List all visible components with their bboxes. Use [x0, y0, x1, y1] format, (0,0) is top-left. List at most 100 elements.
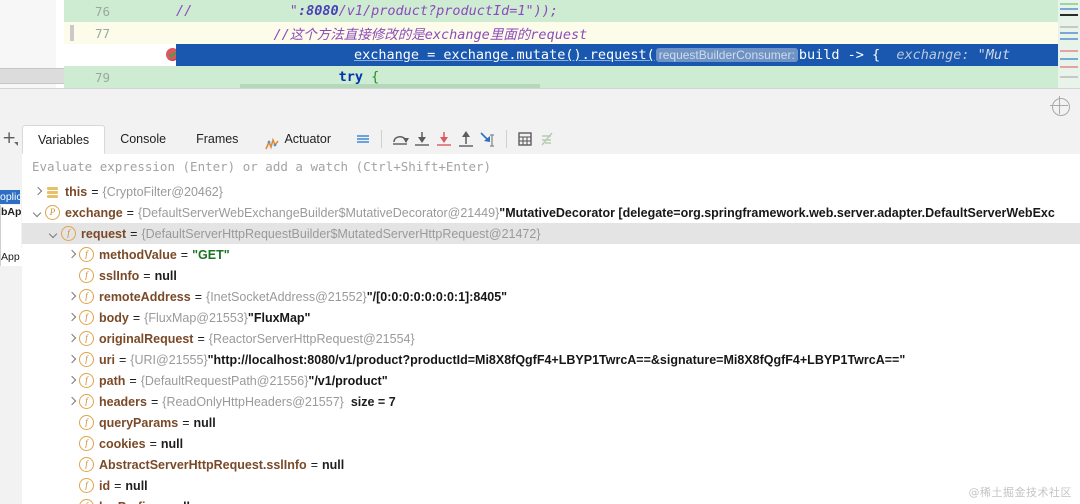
- equals-sign: =: [197, 331, 205, 346]
- code-line-76[interactable]: 76 // ":8080/v1/product?productId=1"));: [64, 0, 1080, 22]
- tree-row[interactable]: f request = {DefaultServerHttpRequestBuilde…: [22, 223, 1080, 244]
- evaluate-expression-bar[interactable]: Evaluate expression (Enter) or add a wat…: [22, 154, 1080, 182]
- chevron-right-icon[interactable]: [66, 291, 77, 302]
- tree-row[interactable]: f path = {DefaultRequestPath@21556} "/v1/pr…: [22, 370, 1080, 391]
- equals-sign: =: [182, 415, 190, 430]
- step-into-icon[interactable]: [411, 128, 433, 150]
- equals-sign: =: [118, 352, 127, 367]
- variable-value: null: [160, 436, 184, 451]
- variable-name: headers: [99, 394, 147, 409]
- editor-error-stripe[interactable]: [1058, 0, 1080, 88]
- variable-value: null: [168, 500, 190, 504]
- code-line-77[interactable]: 77 //这个方法直接修改的是exchange里面的request: [64, 22, 1080, 44]
- tab-console[interactable]: Console: [105, 125, 181, 154]
- step-out-icon[interactable]: [455, 128, 477, 150]
- layout-menu-icon[interactable]: [352, 128, 374, 150]
- field-icon: f: [79, 478, 94, 493]
- variable-ref: {DefaultServerHttpRequestBuilder$Mutated…: [141, 226, 541, 241]
- tree-row[interactable]: f queryParams = null: [22, 412, 1080, 433]
- variable-name: cookies: [99, 436, 146, 451]
- tree-row[interactable]: f id = null: [22, 475, 1080, 496]
- toolbar-separator-1: [381, 130, 382, 148]
- variable-value: "/[0:0:0:0:0:0:0:1]:8405": [366, 289, 508, 304]
- variable-name: request: [81, 226, 127, 241]
- equals-sign: =: [129, 373, 137, 388]
- tree-row[interactable]: this = {CryptoFilter@20462}: [22, 181, 1080, 202]
- tree-arrow-placeholder: [66, 438, 77, 449]
- variable-ref: {ReadOnlyHttpHeaders@21557}: [162, 394, 344, 409]
- locate-crosshair-icon[interactable]: [1050, 96, 1070, 116]
- tree-row[interactable]: f sslInfo = null: [22, 265, 1080, 286]
- tree-row[interactable]: f originalRequest = {ReactorServerHttpReque…: [22, 328, 1080, 349]
- tree-row[interactable]: f logPrefix = null: [22, 496, 1080, 504]
- field-icon: f: [79, 268, 94, 283]
- tree-row[interactable]: f uri = {URI@21555} "http://localhost:8080/…: [22, 349, 1080, 370]
- inline-hint-exchange: exchange:: [896, 47, 970, 63]
- tab-actuator[interactable]: Actuator: [253, 125, 346, 154]
- variable-name: logPrefix: [99, 500, 153, 504]
- code-text-77: //这个方法直接修改的是exchange里面的request: [176, 27, 588, 43]
- variable-name: id: [99, 478, 111, 493]
- code-line-79[interactable]: 79 try {: [64, 66, 1080, 88]
- field-icon: f: [61, 226, 76, 241]
- add-watch-icon[interactable]: +: [2, 130, 19, 147]
- variable-value: "MutativeDecorator [delegate=org.springf…: [499, 205, 1055, 220]
- tab-frames[interactable]: Frames: [181, 125, 253, 154]
- gutter-icons-78[interactable]: ↑: [120, 44, 201, 66]
- chevron-right-icon[interactable]: [66, 396, 77, 407]
- gutter-icons-77: [120, 22, 176, 44]
- tree-row[interactable]: Pexchange = {DefaultServerWebExchangeBuild…: [22, 202, 1080, 223]
- field-icon: f: [79, 457, 94, 472]
- chevron-down-icon[interactable]: [32, 207, 43, 218]
- tree-row[interactable]: f remoteAddress = {InetSocketAddress@21552}…: [22, 286, 1080, 307]
- variables-tree[interactable]: this = {CryptoFilter@20462} Pexchange = {Def…: [22, 181, 1080, 504]
- tab-variables[interactable]: Variables: [22, 124, 106, 154]
- field-icon: f: [79, 394, 94, 409]
- chevron-right-icon[interactable]: [66, 375, 77, 386]
- gutter-icons-79: [120, 66, 176, 88]
- code-lines-area[interactable]: 76 // ":8080/v1/product?productId=1")); …: [64, 0, 1080, 88]
- tree-arrow-placeholder: [66, 459, 77, 470]
- tree-arrow-placeholder: [66, 480, 77, 491]
- tree-row[interactable]: f methodValue = "GET": [22, 244, 1080, 265]
- debugger-left-rail: +: [0, 124, 23, 504]
- chevron-right-icon[interactable]: [66, 312, 77, 323]
- force-step-into-icon[interactable]: [433, 128, 455, 150]
- tree-row[interactable]: f body = {FluxMap@21553} "FluxMap": [22, 307, 1080, 328]
- field-icon: f: [79, 352, 94, 367]
- equals-sign: =: [143, 268, 151, 283]
- variable-value: "/v1/product": [308, 373, 388, 388]
- variable-size: size = 7: [350, 394, 396, 409]
- chevron-right-icon[interactable]: [66, 249, 77, 260]
- field-icon: f: [79, 331, 94, 346]
- equals-sign: =: [132, 310, 141, 325]
- code-text-78: exchange = exchange.mutate().request(req…: [176, 44, 1080, 66]
- code-editor[interactable]: er 76 // ":8080/v1/product?productId=1")…: [0, 0, 1080, 88]
- variable-name: remoteAddress: [99, 289, 191, 304]
- equals-sign: =: [157, 500, 164, 504]
- mute-breakpoints-icon[interactable]: [536, 128, 558, 150]
- chevron-right-icon[interactable]: [66, 333, 77, 344]
- gutter-icons-76: [120, 0, 176, 22]
- tree-row[interactable]: f AbstractServerHttpRequest.sslInfo = null: [22, 454, 1080, 475]
- tool-window-header-band: [0, 89, 1080, 125]
- debugger-panel: Variables Console Frames Actuator Evalua…: [22, 124, 1080, 504]
- tree-row[interactable]: f headers = {ReadOnlyHttpHeaders@21557} siz…: [22, 391, 1080, 412]
- tree-row[interactable]: f cookies = null: [22, 433, 1080, 454]
- chevron-down-icon[interactable]: [48, 228, 59, 239]
- variable-value: null: [125, 478, 148, 493]
- variable-name: path: [99, 373, 126, 388]
- evaluate-expression-icon[interactable]: [514, 128, 536, 150]
- line-number-79: 79: [94, 69, 110, 85]
- ide-debugger-screen: er 76 // ":8080/v1/product?productId=1")…: [0, 0, 1080, 504]
- run-to-cursor-icon[interactable]: [477, 128, 499, 150]
- chevron-right-icon[interactable]: [66, 354, 77, 365]
- debugger-tabbar: Variables Console Frames Actuator: [22, 124, 1080, 155]
- variable-ref: {ReactorServerHttpRequest@21554}: [208, 331, 415, 346]
- variable-ref: {URI@21555}: [130, 352, 208, 367]
- field-icon: f: [79, 247, 94, 262]
- step-over-icon[interactable]: [389, 128, 411, 150]
- chevron-right-icon[interactable]: [32, 186, 43, 197]
- modified-line-marker: [70, 25, 74, 41]
- tree-arrow-placeholder: [66, 417, 77, 428]
